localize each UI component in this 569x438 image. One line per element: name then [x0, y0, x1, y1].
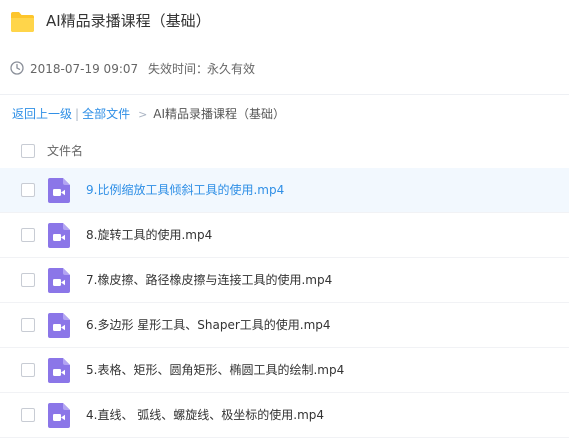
- file-name[interactable]: 8.旋转工具的使用.mp4: [86, 226, 212, 244]
- column-header-filename[interactable]: 文件名: [47, 142, 83, 160]
- file-checkbox[interactable]: [21, 273, 35, 287]
- file-checkbox[interactable]: [21, 183, 35, 197]
- all-files-link[interactable]: 全部文件: [82, 107, 130, 121]
- clock-icon: [10, 61, 24, 75]
- video-file-icon: [48, 223, 70, 248]
- expire-value: 永久有效: [207, 62, 256, 76]
- file-name[interactable]: 9.比例缩放工具倾斜工具的使用.mp4: [86, 181, 284, 199]
- file-name[interactable]: 6.多边形 星形工具、Shaper工具的使用.mp4: [86, 316, 331, 334]
- file-checkbox[interactable]: [21, 408, 35, 422]
- page-title: AI精品录播课程（基础）: [46, 12, 211, 30]
- folder-icon: [11, 12, 34, 32]
- breadcrumb: 返回上一级 | 全部文件 > AI精品录播课程（基础）: [12, 105, 285, 124]
- file-name[interactable]: 5.表格、矩形、圆角矩形、椭圆工具的绘制.mp4: [86, 361, 344, 379]
- file-name[interactable]: 7.橡皮擦、路径橡皮擦与连接工具的使用.mp4: [86, 271, 332, 289]
- breadcrumb-separator: |: [75, 107, 80, 121]
- breadcrumb-arrow-icon: >: [138, 108, 148, 121]
- video-file-icon: [48, 358, 70, 383]
- page-header: AI精品录播课程（基础）: [0, 0, 569, 44]
- file-row[interactable]: 8.旋转工具的使用.mp4: [0, 213, 569, 258]
- file-name[interactable]: 4.直线、 弧线、螺旋线、极坐标的使用.mp4: [86, 406, 324, 424]
- divider: [0, 94, 569, 95]
- expire-label: 失效时间：: [148, 62, 209, 76]
- select-all-checkbox[interactable]: [21, 144, 35, 158]
- back-link[interactable]: 返回上一级: [12, 107, 72, 121]
- share-date: 2018-07-19 09:07: [30, 62, 139, 76]
- video-file-icon: [48, 268, 70, 293]
- file-row[interactable]: 7.橡皮擦、路径橡皮擦与连接工具的使用.mp4: [0, 258, 569, 303]
- video-file-icon: [48, 313, 70, 338]
- list-header: 文件名: [0, 134, 569, 168]
- file-row[interactable]: 6.多边形 星形工具、Shaper工具的使用.mp4: [0, 303, 569, 348]
- file-row[interactable]: 9.比例缩放工具倾斜工具的使用.mp4: [0, 168, 569, 213]
- file-row[interactable]: 5.表格、矩形、圆角矩形、椭圆工具的绘制.mp4: [0, 348, 569, 393]
- file-row[interactable]: 4.直线、 弧线、螺旋线、极坐标的使用.mp4: [0, 393, 569, 438]
- video-file-icon: [48, 403, 70, 428]
- video-file-icon: [48, 178, 70, 203]
- breadcrumb-current: AI精品录播课程（基础）: [153, 107, 286, 121]
- file-list: 9.比例缩放工具倾斜工具的使用.mp4 8.旋转工具的使用.mp4 7.橡皮擦、…: [0, 168, 569, 438]
- file-checkbox[interactable]: [21, 318, 35, 332]
- share-meta: 2018-07-19 09:07 失效时间： 永久有效: [0, 58, 569, 80]
- file-checkbox[interactable]: [21, 228, 35, 242]
- file-checkbox[interactable]: [21, 363, 35, 377]
